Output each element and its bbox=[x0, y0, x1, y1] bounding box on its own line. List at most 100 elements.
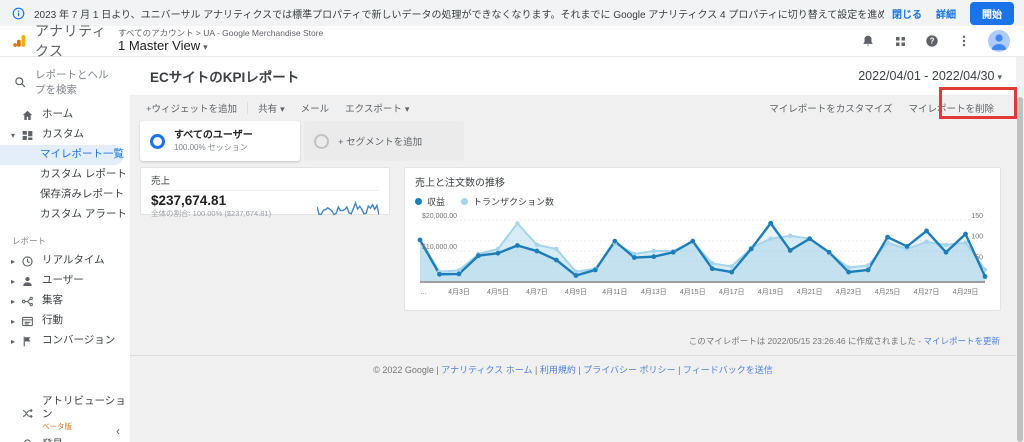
svg-text:4月27日: 4月27日 bbox=[914, 288, 940, 296]
export-button[interactable]: エクスポート ▾ bbox=[337, 101, 417, 115]
clock-icon bbox=[20, 254, 34, 268]
banner-message: 2023 年 7 月 1 日より、ユニバーサル アナリティクスでは標準プロパティ… bbox=[34, 9, 884, 21]
chevron-down-icon[interactable]: ▾ bbox=[8, 131, 18, 140]
sidebar-item-label: マイレポート一覧 bbox=[40, 148, 124, 161]
app-header: アナリティクス すべてのアカウント > UA - Google Merchand… bbox=[0, 23, 1024, 59]
analytics-logo-icon bbox=[13, 35, 26, 47]
chevron-right-icon[interactable]: ▸ bbox=[8, 297, 18, 306]
sidebar-item-home[interactable]: ホーム bbox=[0, 105, 130, 125]
main-content: ECサイトのKPIレポート 2022/04/01 - 2022/04/30 ▾ +… bbox=[130, 57, 1017, 442]
delete-dashboard-button[interactable]: マイレポートを削除 bbox=[900, 101, 1002, 115]
sidebar-item-label: カスタム レポート bbox=[40, 168, 127, 181]
behavior-icon bbox=[20, 314, 34, 328]
view-name[interactable]: 1 Master View ▾ bbox=[118, 38, 323, 54]
info-icon bbox=[10, 5, 26, 21]
date-range-picker[interactable]: 2022/04/01 - 2022/04/30 ▾ bbox=[858, 69, 1002, 83]
revenue-widget[interactable]: 売上 $237,674.81 全体の割合: 100.00% ($237,674.… bbox=[140, 167, 390, 218]
user-avatar[interactable] bbox=[988, 30, 1010, 52]
timeline-widget[interactable]: 売上と注文数の推移 収益 トランザクション数 $10,000.00 $20,000.… bbox=[404, 167, 1001, 311]
chevron-right-icon[interactable]: ▸ bbox=[8, 317, 18, 326]
apps-grid-icon[interactable] bbox=[892, 33, 908, 49]
svg-text:150: 150 bbox=[971, 213, 983, 220]
svg-text:4月13日: 4月13日 bbox=[641, 288, 667, 296]
chevron-right-icon[interactable]: ▸ bbox=[8, 257, 18, 266]
sidebar: レポートとヘルプを検索 ホーム ▾ カスタムマイレポート一覧 カスタム レポート保存済… bbox=[0, 57, 130, 442]
timeline-chart: $10,000.00 $20,000.00 50 100 150 … 4月3日 4月5日 4月7… bbox=[415, 212, 990, 298]
segment-ring-icon bbox=[314, 133, 329, 149]
svg-text:…: … bbox=[420, 289, 427, 296]
notifications-bell-icon[interactable] bbox=[860, 33, 876, 49]
refresh-dashboard-link[interactable]: マイレポートを更新 bbox=[923, 336, 1000, 346]
more-vert-icon[interactable] bbox=[956, 33, 972, 49]
sidebar-item-label: ユーザー bbox=[42, 274, 84, 287]
analytics-logo[interactable]: アナリティクス bbox=[0, 21, 118, 61]
created-note: このマイレポートは 2022/05/15 23:26:46 に作成されました -… bbox=[688, 336, 1000, 346]
svg-text:4月21日: 4月21日 bbox=[797, 288, 823, 296]
share-button[interactable]: 共有 ▾ bbox=[250, 101, 293, 115]
product-name: アナリティクス bbox=[34, 23, 107, 59]
legend-label: 収益 bbox=[427, 197, 446, 207]
banner-details-button[interactable]: 詳細 bbox=[936, 6, 956, 21]
segment-name: すべてのユーザー bbox=[174, 130, 253, 141]
sidebar-item-my-reports-list[interactable]: マイレポート一覧 bbox=[0, 145, 124, 165]
footer-link[interactable]: 利用規約 bbox=[540, 365, 576, 375]
sidebar-item-label: カスタム bbox=[42, 128, 84, 141]
legend-item-transactions[interactable]: トランザクション数 bbox=[461, 195, 554, 208]
revenue-sparkline bbox=[317, 201, 379, 218]
customize-dashboard-button[interactable]: マイレポートをカスタマイズ bbox=[761, 101, 900, 115]
sidebar-item-discover[interactable]: 発見 bbox=[0, 434, 130, 442]
chevron-down-icon: ▾ bbox=[203, 42, 208, 53]
chevron-right-icon[interactable]: ▸ bbox=[8, 277, 18, 286]
account-selector[interactable]: すべてのアカウント > UA - Google Merchandise Stor… bbox=[118, 28, 323, 55]
sidebar-item-acquisition[interactable]: ▸ 集客 bbox=[0, 291, 130, 311]
sidebar-item-label: 発見 bbox=[42, 438, 63, 442]
svg-text:100: 100 bbox=[971, 234, 983, 241]
banner-start-button[interactable]: 開始 bbox=[970, 1, 1014, 25]
copyright-text: © 2022 Google | bbox=[373, 365, 439, 375]
svg-text:?: ? bbox=[930, 37, 935, 46]
banner-close-button[interactable]: 閉じる bbox=[892, 6, 922, 21]
legend-dot-icon bbox=[461, 198, 469, 205]
person-icon bbox=[20, 274, 34, 288]
svg-text:4月7日: 4月7日 bbox=[526, 288, 548, 296]
revenue-value: $237,674.81 bbox=[151, 193, 227, 208]
sidebar-item-saved-reports[interactable]: 保存済みレポート bbox=[0, 185, 130, 205]
sidebar-item-custom[interactable]: ▾ カスタム bbox=[0, 125, 130, 145]
sidebar-item-custom-alerts[interactable]: カスタム アラート bbox=[0, 205, 130, 225]
report-title-row: ECサイトのKPIレポート 2022/04/01 - 2022/04/30 ▾ bbox=[130, 57, 1016, 95]
lightbulb-icon bbox=[20, 437, 34, 442]
scrollbar-thumb[interactable] bbox=[1017, 97, 1023, 442]
sidebar-search-input[interactable]: レポートとヘルプを検索 bbox=[0, 57, 130, 105]
sidebar-item-label: アトリビューション bbox=[42, 395, 126, 421]
report-title: ECサイトのKPIレポート bbox=[150, 70, 300, 85]
sidebar-item-conversions[interactable]: ▸ コンバージョン bbox=[0, 331, 130, 351]
sidebar-item-audience[interactable]: ▸ ユーザー bbox=[0, 271, 130, 291]
svg-text:$20,000.00: $20,000.00 bbox=[422, 213, 457, 220]
chevron-right-icon[interactable]: ▸ bbox=[8, 337, 18, 346]
sidebar-item-attribution[interactable]: アトリビューション ベータ版 bbox=[0, 393, 130, 434]
add-widget-button[interactable]: +ウィジェットを追加 bbox=[138, 101, 245, 115]
sidebar-item-behavior[interactable]: ▸ 行動 bbox=[0, 311, 130, 331]
chart-legend: 収益 トランザクション数 bbox=[415, 193, 990, 212]
legend-item-revenue[interactable]: 収益 bbox=[415, 195, 445, 208]
chevron-down-icon: ▾ bbox=[280, 104, 285, 114]
segment-ring-icon bbox=[150, 133, 165, 149]
report-toolbar: +ウィジェットを追加 共有 ▾ メール エクスポート ▾ マイレポートをカスタマイズ… bbox=[130, 95, 1016, 121]
svg-text:4月5日: 4月5日 bbox=[487, 288, 509, 296]
footer-link[interactable]: アナリティクス ホーム bbox=[441, 365, 532, 375]
help-icon[interactable]: ? bbox=[924, 33, 940, 49]
sidebar-collapse-icon[interactable]: ‹ bbox=[116, 424, 120, 438]
add-segment-button[interactable]: + セグメントを追加 bbox=[304, 121, 464, 161]
chart-title: 売上と注文数の推移 bbox=[415, 178, 505, 189]
mail-button[interactable]: メール bbox=[293, 101, 338, 115]
footer-link[interactable]: フィードバックを送信 bbox=[683, 365, 773, 375]
sidebar-item-custom-reports[interactable]: カスタム レポート bbox=[0, 165, 130, 185]
attribution-icon bbox=[20, 407, 34, 421]
svg-text:4月23日: 4月23日 bbox=[836, 288, 862, 296]
vertical-scrollbar[interactable] bbox=[1016, 57, 1024, 442]
footer-link[interactable]: プライバシー ポリシー bbox=[583, 365, 675, 375]
segment-all-users[interactable]: すべてのユーザー 100.00% セッション bbox=[140, 121, 300, 161]
home-icon bbox=[20, 108, 34, 122]
app-footer: © 2022 Google | アナリティクス ホーム | 利用規約 | プライ… bbox=[130, 363, 1016, 376]
sidebar-item-realtime[interactable]: ▸ リアルタイム bbox=[0, 251, 130, 271]
